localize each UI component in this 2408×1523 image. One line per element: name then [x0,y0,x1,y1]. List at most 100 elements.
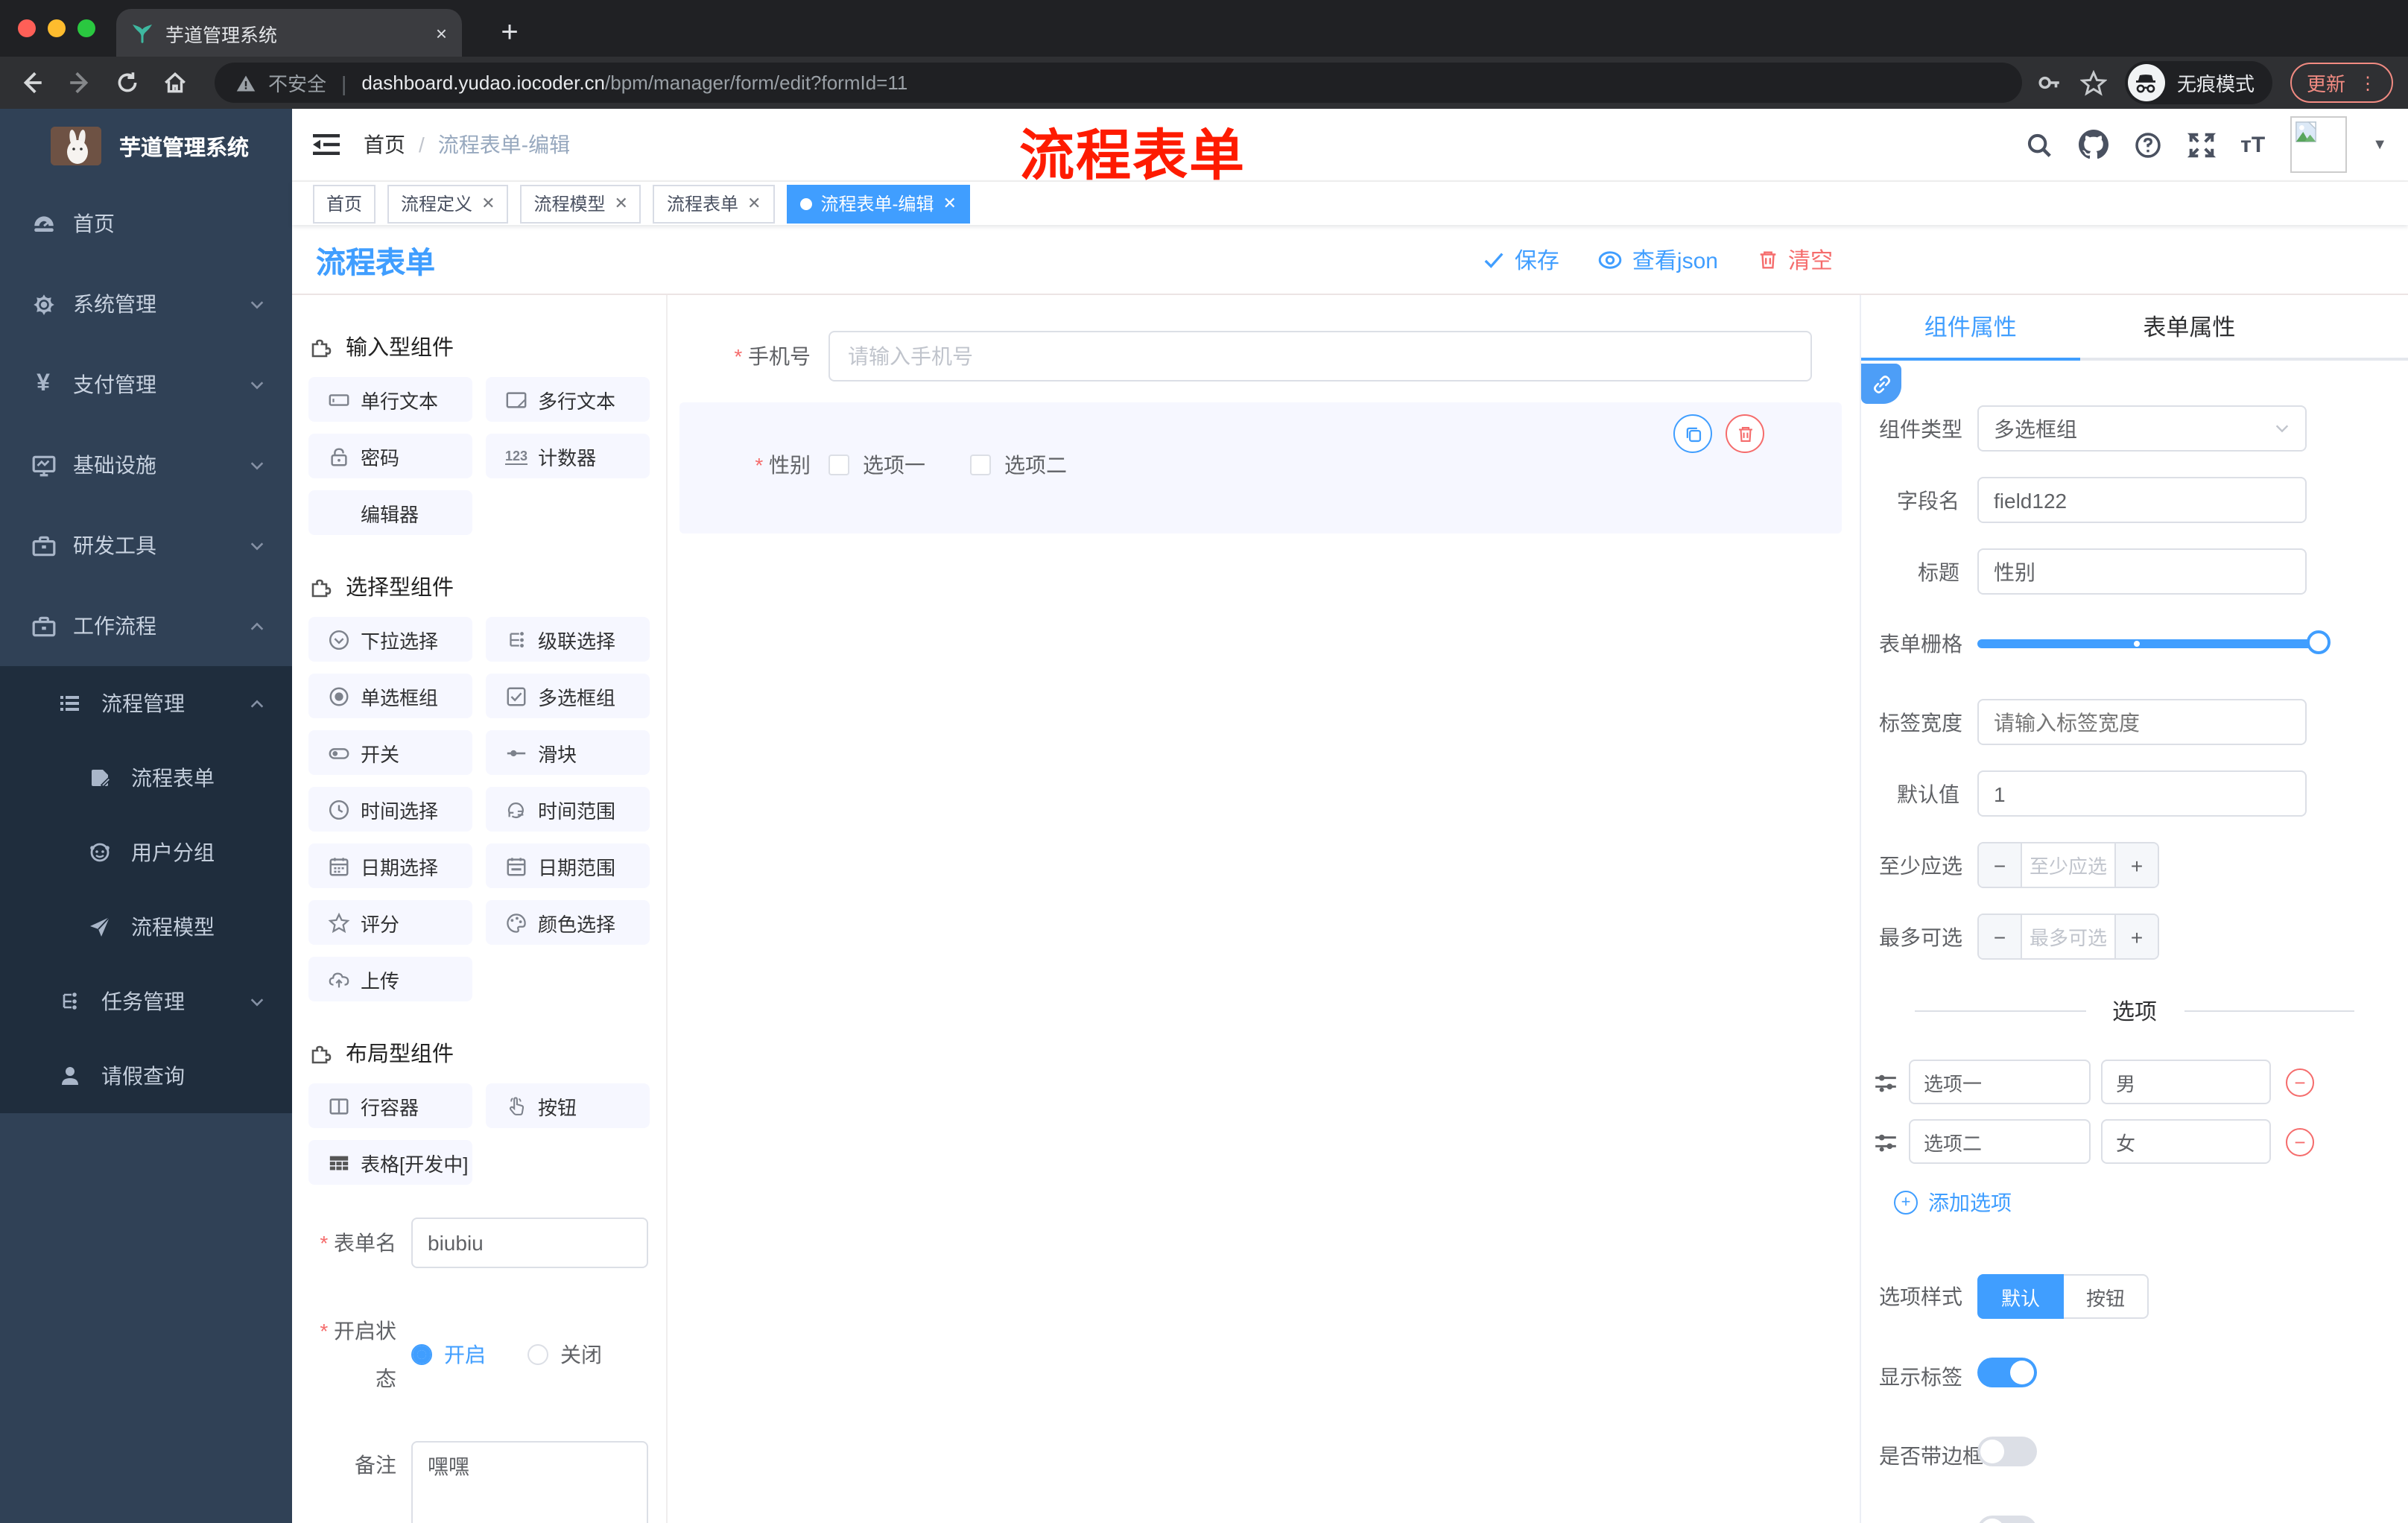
min-select-stepper[interactable]: − 至少应选 + [1977,842,2159,888]
sidebar-item-task-management[interactable]: 任务管理 [0,964,292,1039]
phone-input[interactable] [828,331,1812,381]
sidebar-item-payment[interactable]: ¥ 支付管理 [0,344,292,425]
component-rate[interactable]: 评分 [308,900,472,945]
close-icon[interactable]: ✕ [615,194,628,213]
increase-button[interactable]: + [2114,915,2158,958]
sidebar-item-process-model[interactable]: 流程模型 [0,890,292,964]
component-multi-line-text[interactable]: 多行文本 [486,377,650,422]
component-button[interactable]: 按钮 [486,1083,650,1128]
minimize-window-button[interactable] [48,19,66,37]
browser-menu-icon[interactable]: ⋮ [2359,72,2377,93]
search-icon[interactable] [2024,130,2053,159]
title-input[interactable] [1977,548,2307,595]
component-date-picker[interactable]: 日期选择 [308,843,472,888]
sidebar-item-process-form[interactable]: 流程表单 [0,741,292,815]
json-drawer-handle[interactable] [1861,364,1901,404]
password-key-icon[interactable] [2037,70,2062,95]
home-icon[interactable] [158,70,191,95]
status-on-radio[interactable]: 开启 [411,1340,486,1370]
form-grid-slider[interactable] [1977,620,2331,666]
avatar-caret-icon[interactable]: ▼ [2372,136,2387,153]
sidebar-item-workflow[interactable]: 工作流程 [0,586,292,666]
window-controls[interactable] [18,19,95,37]
github-icon[interactable] [2078,130,2108,159]
option-name-input[interactable] [1909,1119,2091,1164]
style-default-button[interactable]: 默认 [1977,1274,2065,1319]
sidebar-item-leave-query[interactable]: 请假查询 [0,1039,292,1113]
breadcrumb-home[interactable]: 首页 [364,130,405,159]
option-value-input[interactable] [2101,1119,2271,1164]
save-button[interactable]: 保存 [1483,244,1559,275]
bookmark-star-icon[interactable] [2079,69,2107,96]
default-value-input[interactable] [1977,770,2307,817]
component-password[interactable]: 密码 [308,434,472,478]
component-checkbox-group[interactable]: 多选框组 [486,674,650,718]
security-label[interactable]: 不安全 [268,69,326,97]
sidebar-item-home[interactable]: 首页 [0,183,292,264]
component-switch[interactable]: 开关 [308,730,472,775]
fullscreen-icon[interactable] [2187,130,2216,159]
sidebar-item-infra[interactable]: 基础设施 [0,425,292,505]
component-counter[interactable]: 123 计数器 [486,434,650,478]
gender-option-1-checkbox[interactable]: 选项一 [828,450,925,480]
gender-option-2-checkbox[interactable]: 选项二 [970,450,1067,480]
sidebar-item-devtools[interactable]: 研发工具 [0,505,292,586]
reload-icon[interactable] [110,70,143,95]
forward-icon[interactable] [63,70,95,95]
new-tab-button[interactable]: + [489,12,530,54]
phone-field-row[interactable]: 手机号 [679,331,1842,381]
collapse-sidebar-icon[interactable] [313,133,340,156]
clear-button[interactable]: 清空 [1757,244,1833,275]
decrease-button[interactable]: − [1979,843,2022,887]
sidebar-logo[interactable]: 芋道管理系统 [0,109,292,183]
field-name-input[interactable] [1977,477,2307,523]
component-cascader[interactable]: 级联选择 [486,617,650,662]
sidebar-item-system[interactable]: 系统管理 [0,264,292,344]
close-window-button[interactable] [18,19,36,37]
max-select-stepper[interactable]: − 最多可选 + [1977,914,2159,960]
remark-textarea[interactable]: 嘿嘿 [411,1441,648,1523]
delete-component-button[interactable] [1726,414,1764,453]
tag-process-form-edit[interactable]: 流程表单-编辑 ✕ [786,184,970,223]
update-button[interactable]: 更新 ⋮ [2290,63,2393,103]
component-color-picker[interactable]: 颜色选择 [486,900,650,945]
drag-handle-icon[interactable] [1873,1129,1898,1154]
component-radio-group[interactable]: 单选框组 [308,674,472,718]
component-upload[interactable]: 上传 [308,957,472,1001]
browser-tab[interactable]: 芋道管理系统 × [116,9,462,57]
component-single-line-text[interactable]: 单行文本 [308,377,472,422]
add-option-button[interactable]: + 添加选项 [1894,1188,2408,1218]
disabled-toggle[interactable] [1977,1516,2037,1523]
component-row-container[interactable]: 行容器 [308,1083,472,1128]
tab-component-props[interactable]: 组件属性 [1861,295,2080,361]
component-select[interactable]: 下拉选择 [308,617,472,662]
maximize-window-button[interactable] [77,19,95,37]
status-off-radio[interactable]: 关闭 [527,1340,602,1370]
component-date-range[interactable]: 日期范围 [486,843,650,888]
tag-process-definition[interactable]: 流程定义 ✕ [387,184,509,223]
close-icon[interactable]: ✕ [747,194,761,213]
view-json-button[interactable]: 查看json [1598,244,1718,275]
font-size-icon[interactable]: ᴛT [2240,132,2265,157]
show-label-toggle[interactable] [1977,1358,2037,1387]
help-icon[interactable] [2133,130,2161,159]
option-value-input[interactable] [2101,1060,2271,1104]
close-icon[interactable]: ✕ [481,194,495,213]
remove-option-button[interactable]: − [2286,1127,2314,1156]
decrease-button[interactable]: − [1979,915,2022,958]
component-editor[interactable]: 编辑器 [308,490,472,535]
remove-option-button[interactable]: − [2286,1068,2314,1096]
sidebar-item-process-management[interactable]: 流程管理 [0,666,292,741]
tag-process-model[interactable]: 流程模型 ✕ [520,184,641,223]
component-slider[interactable]: 滑块 [486,730,650,775]
component-type-select[interactable]: 多选框组 [1977,405,2307,452]
label-width-input[interactable] [1977,699,2307,745]
component-table-dev[interactable]: 表格[开发中] [308,1140,472,1185]
increase-button[interactable]: + [2114,843,2158,887]
tag-process-form[interactable]: 流程表单 ✕ [653,184,775,223]
component-time-range[interactable]: 时间范围 [486,787,650,832]
back-icon[interactable] [15,70,48,95]
avatar[interactable] [2290,116,2348,173]
sidebar-item-user-group[interactable]: 用户分组 [0,815,292,890]
gender-field-block[interactable]: 性别 选项一 选项二 [679,402,1842,533]
